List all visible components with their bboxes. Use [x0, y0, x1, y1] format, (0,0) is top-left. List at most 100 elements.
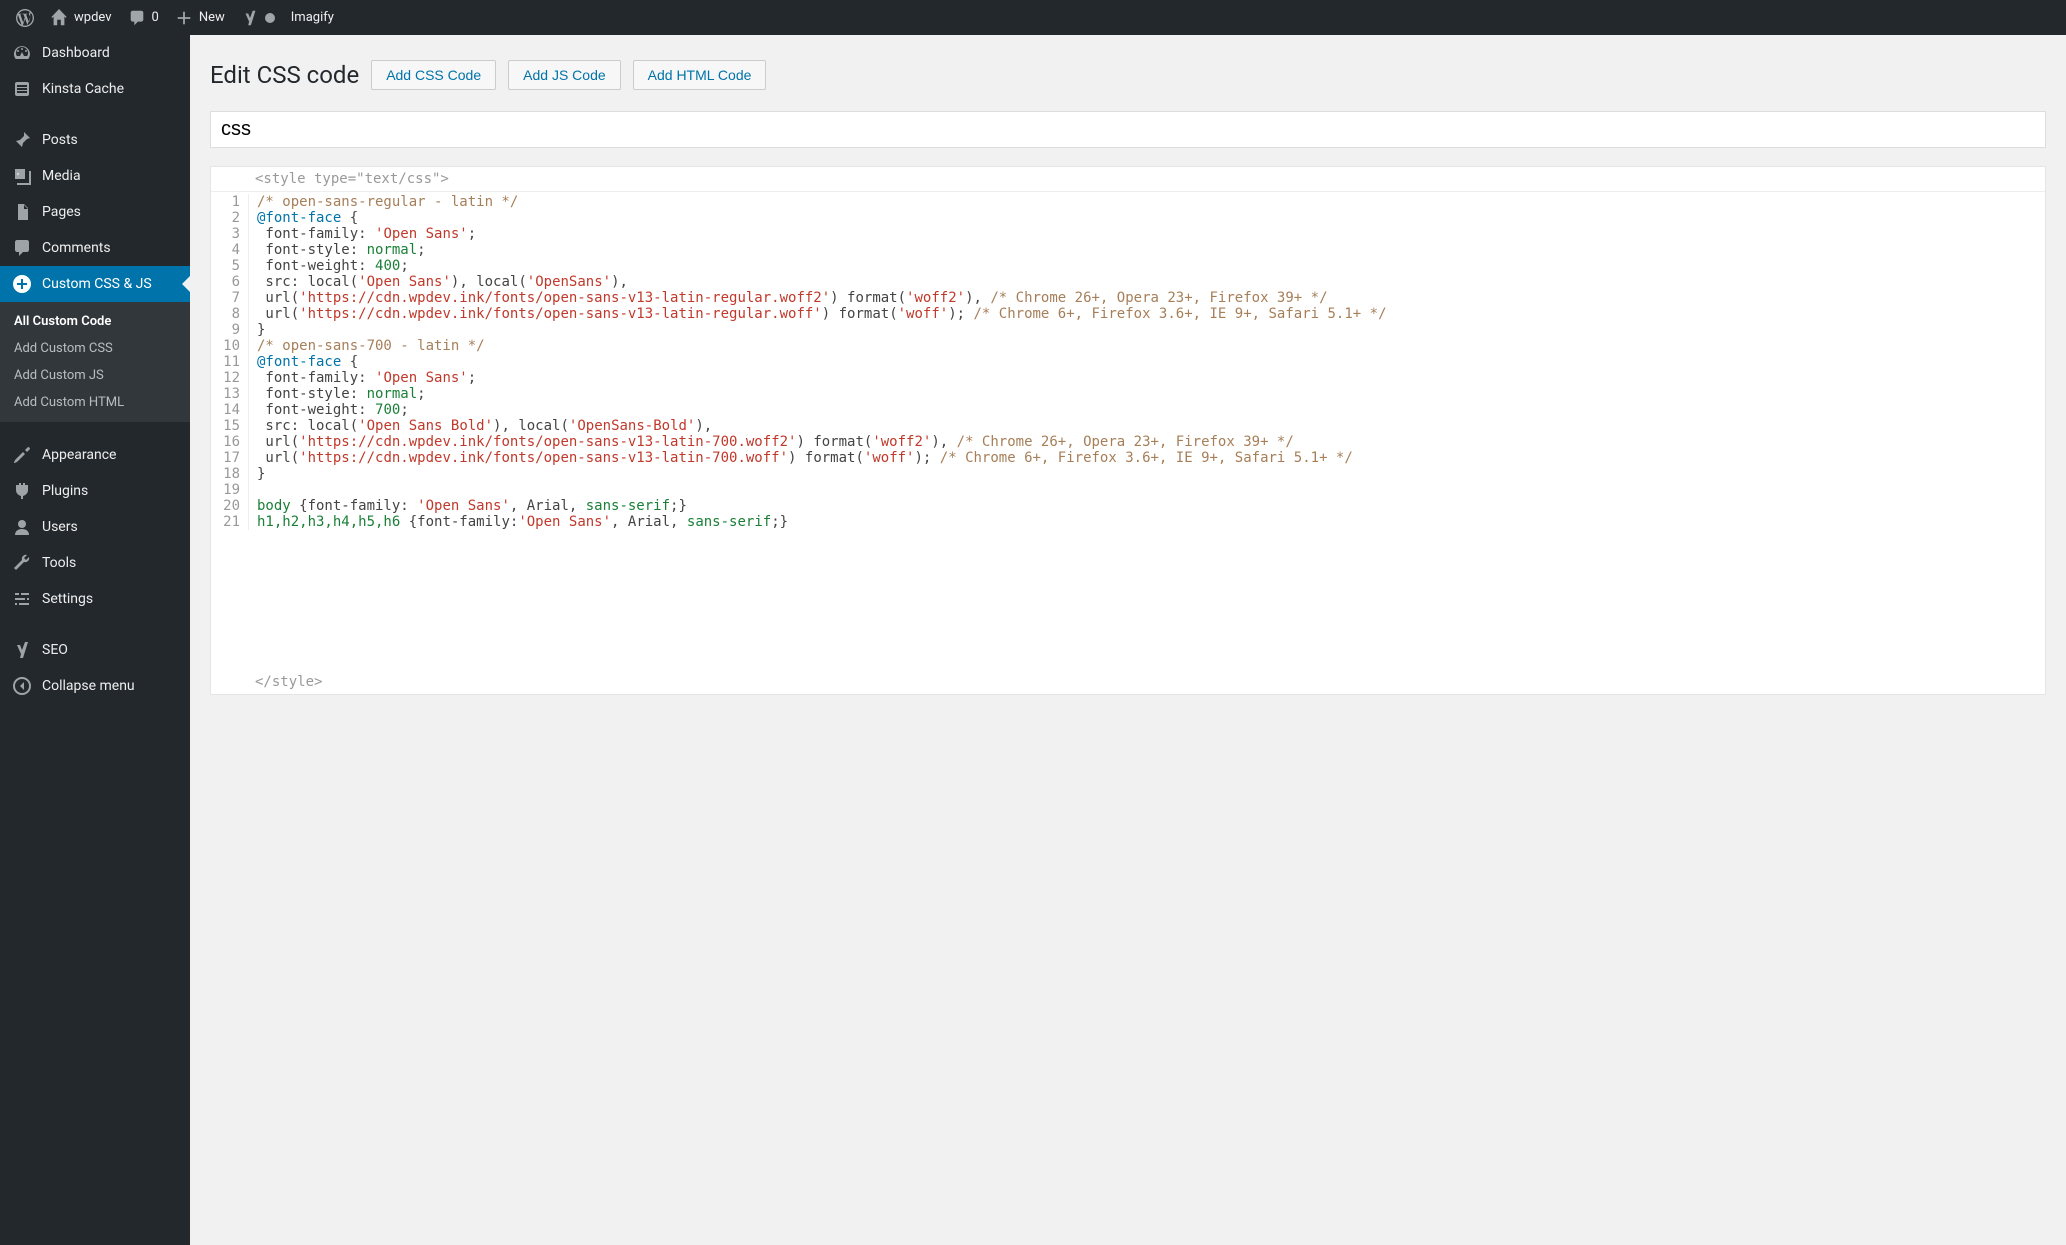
code-line[interactable]: 4 font-style: normal; [211, 242, 2045, 258]
code-text[interactable] [249, 482, 2045, 498]
submenu-item-add-css[interactable]: Add Custom CSS [0, 335, 190, 362]
code-text[interactable]: url('https://cdn.wpdev.ink/fonts/open-sa… [249, 434, 2045, 450]
code-line[interactable]: 7 url('https://cdn.wpdev.ink/fonts/open-… [211, 290, 2045, 306]
sidebar-item-comments[interactable]: Comments [0, 230, 190, 266]
sidebar-item-appearance[interactable]: Appearance [0, 437, 190, 473]
code-line[interactable]: 21h1,h2,h3,h4,h5,h6 {font-family:'Open S… [211, 514, 2045, 530]
sidebar-item-plugins[interactable]: Plugins [0, 473, 190, 509]
code-text[interactable]: @font-face { [249, 210, 2045, 226]
code-line[interactable]: 17 url('https://cdn.wpdev.ink/fonts/open… [211, 450, 2045, 466]
sidebar-item-tools[interactable]: Tools [0, 545, 190, 581]
line-number: 12 [211, 370, 249, 386]
code-line[interactable]: 8 url('https://cdn.wpdev.ink/fonts/open-… [211, 306, 2045, 322]
code-line[interactable]: 3 font-family: 'Open Sans'; [211, 226, 2045, 242]
sidebar-separator [0, 427, 190, 432]
code-text[interactable]: url('https://cdn.wpdev.ink/fonts/open-sa… [249, 290, 2045, 306]
line-number: 18 [211, 466, 249, 482]
code-line[interactable]: 14 font-weight: 700; [211, 402, 2045, 418]
add-css-code-button[interactable]: Add CSS Code [371, 60, 496, 90]
sidebar-item-dashboard[interactable]: Dashboard [0, 35, 190, 71]
comments-menu[interactable]: 0 [120, 0, 167, 35]
media-icon [12, 166, 32, 186]
sidebar-item-media[interactable]: Media [0, 158, 190, 194]
sidebar-submenu-custom-css-js: All Custom Code Add Custom CSS Add Custo… [0, 302, 190, 422]
editor-body[interactable]: 1/* open-sans-regular - latin */2@font-f… [211, 192, 2045, 530]
code-text[interactable]: font-family: 'Open Sans'; [249, 370, 2045, 386]
home-icon [50, 9, 68, 27]
line-number: 20 [211, 498, 249, 514]
code-text[interactable]: font-weight: 400; [249, 258, 2045, 274]
new-content-menu[interactable]: New [167, 0, 233, 35]
sidebar-label: Tools [42, 555, 76, 571]
sidebar-separator [0, 622, 190, 627]
sidebar-separator [0, 112, 190, 117]
submenu-item-all-code[interactable]: All Custom Code [0, 308, 190, 335]
line-number: 10 [211, 338, 249, 354]
editor-open-tag: <style type="text/css"> [211, 167, 2045, 192]
code-line[interactable]: 15 src: local('Open Sans Bold'), local('… [211, 418, 2045, 434]
sidebar-item-custom-css-js[interactable]: Custom CSS & JS [0, 266, 190, 302]
sidebar-label: Comments [42, 240, 111, 256]
sidebar-item-pages[interactable]: Pages [0, 194, 190, 230]
code-line[interactable]: 10/* open-sans-700 - latin */ [211, 338, 2045, 354]
code-text[interactable]: font-family: 'Open Sans'; [249, 226, 2045, 242]
sidebar-item-users[interactable]: Users [0, 509, 190, 545]
code-line[interactable]: 13 font-style: normal; [211, 386, 2045, 402]
site-name-menu[interactable]: wpdev [42, 0, 120, 35]
status-dot-icon [265, 13, 275, 23]
sidebar-item-posts[interactable]: Posts [0, 122, 190, 158]
sidebar-item-seo[interactable]: SEO [0, 632, 190, 668]
code-text[interactable]: h1,h2,h3,h4,h5,h6 {font-family:'Open San… [249, 514, 2045, 530]
yoast-icon [241, 9, 259, 27]
code-text[interactable]: @font-face { [249, 354, 2045, 370]
submenu-item-add-html[interactable]: Add Custom HTML [0, 389, 190, 416]
comments-count: 0 [152, 10, 159, 25]
code-text[interactable]: font-style: normal; [249, 386, 2045, 402]
sidebar-label: Media [42, 168, 81, 184]
new-label: New [199, 10, 225, 25]
code-editor[interactable]: <style type="text/css"> 1/* open-sans-re… [210, 166, 2046, 695]
code-text[interactable]: /* open-sans-regular - latin */ [249, 194, 2045, 210]
line-number: 13 [211, 386, 249, 402]
collapse-icon [12, 676, 32, 696]
line-number: 19 [211, 482, 249, 498]
kinsta-icon [12, 79, 32, 99]
code-text[interactable]: src: local('Open Sans Bold'), local('Ope… [249, 418, 2045, 434]
code-line[interactable]: 9} [211, 322, 2045, 338]
code-text[interactable]: font-style: normal; [249, 242, 2045, 258]
sidebar-label: Pages [42, 204, 81, 220]
add-js-code-button[interactable]: Add JS Code [508, 60, 621, 90]
code-line[interactable]: 1/* open-sans-regular - latin */ [211, 194, 2045, 210]
sidebar-collapse[interactable]: Collapse menu [0, 668, 190, 704]
code-line[interactable]: 16 url('https://cdn.wpdev.ink/fonts/open… [211, 434, 2045, 450]
code-line[interactable]: 19 [211, 482, 2045, 498]
sidebar-label: Appearance [42, 447, 116, 463]
code-text[interactable]: url('https://cdn.wpdev.ink/fonts/open-sa… [249, 450, 2045, 466]
code-text[interactable]: font-weight: 700; [249, 402, 2045, 418]
add-html-code-button[interactable]: Add HTML Code [633, 60, 767, 90]
code-text[interactable]: url('https://cdn.wpdev.ink/fonts/open-sa… [249, 306, 2045, 322]
code-line[interactable]: 12 font-family: 'Open Sans'; [211, 370, 2045, 386]
code-line[interactable]: 20body {font-family: 'Open Sans', Arial,… [211, 498, 2045, 514]
code-text[interactable]: src: local('Open Sans'), local('OpenSans… [249, 274, 2045, 290]
imagify-menu[interactable]: Imagify [283, 0, 342, 35]
page-title: Edit CSS code [210, 57, 359, 93]
code-line[interactable]: 18} [211, 466, 2045, 482]
code-text[interactable]: body {font-family: 'Open Sans', Arial, s… [249, 498, 2045, 514]
submenu-item-add-js[interactable]: Add Custom JS [0, 362, 190, 389]
admin-sidebar: Dashboard Kinsta Cache Posts Media Pages… [0, 35, 190, 1245]
wrench-icon [12, 553, 32, 573]
code-text[interactable]: } [249, 322, 2045, 338]
yoast-icon [12, 640, 32, 660]
code-line[interactable]: 2@font-face { [211, 210, 2045, 226]
post-title-input[interactable] [210, 111, 2046, 148]
code-text[interactable]: /* open-sans-700 - latin */ [249, 338, 2045, 354]
code-line[interactable]: 5 font-weight: 400; [211, 258, 2045, 274]
code-text[interactable]: } [249, 466, 2045, 482]
code-line[interactable]: 6 src: local('Open Sans'), local('OpenSa… [211, 274, 2045, 290]
sidebar-item-settings[interactable]: Settings [0, 581, 190, 617]
wp-logo-menu[interactable] [8, 0, 42, 35]
yoast-menu[interactable] [233, 0, 283, 35]
code-line[interactable]: 11@font-face { [211, 354, 2045, 370]
sidebar-item-kinsta-cache[interactable]: Kinsta Cache [0, 71, 190, 107]
